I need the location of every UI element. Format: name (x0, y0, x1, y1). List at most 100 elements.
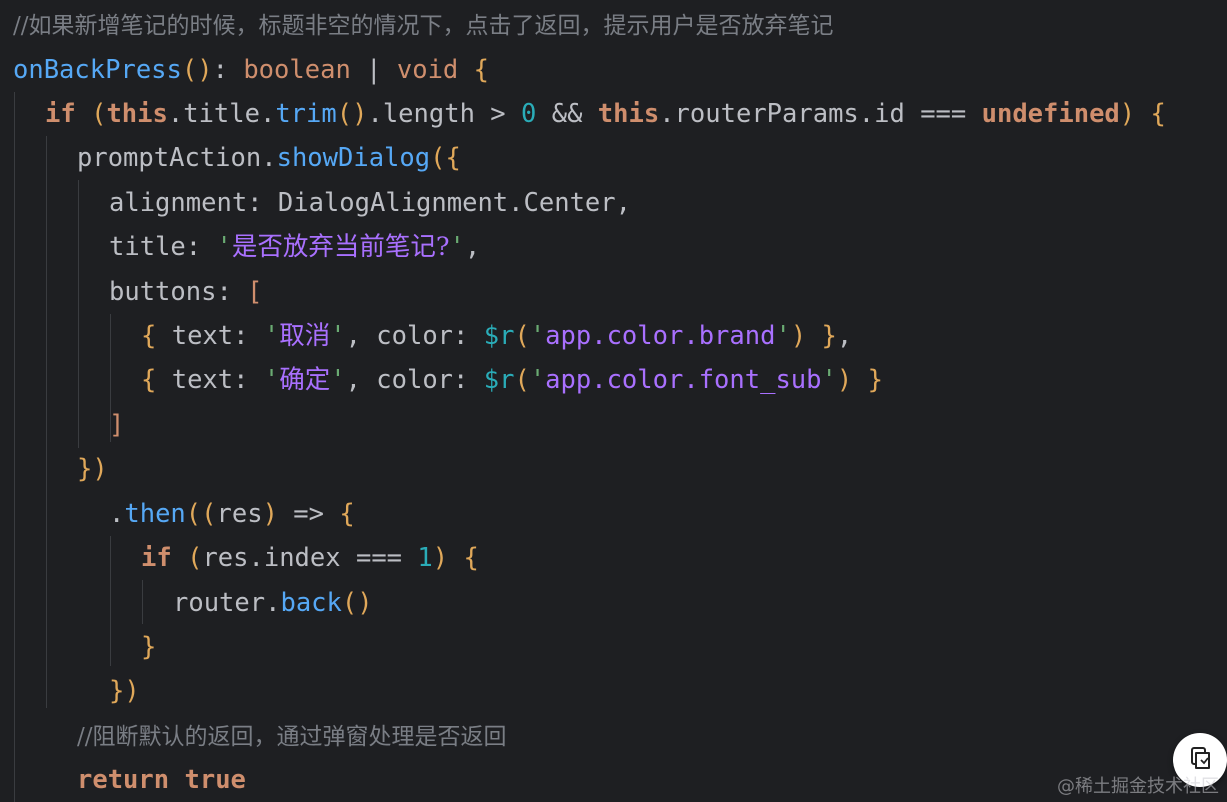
property-key: text: (156, 365, 264, 395)
indent-guide (142, 580, 143, 624)
code-line-12[interactable]: .then((res) => { (109, 492, 355, 536)
expression: res.index === (202, 543, 418, 573)
property-key: buttons: (109, 277, 248, 307)
brace: { (141, 321, 157, 351)
code-editor[interactable]: //如果新增笔记的时候，标题非空的情况下，点击了返回，提示用户是否放弃笔记 on… (0, 0, 1227, 802)
resource-function: $r (483, 365, 515, 395)
number-literal: 1 (417, 543, 433, 573)
property-key: , color: (345, 321, 484, 351)
code-line-17[interactable]: //阻断默认的返回，通过弹窗处理是否返回 (77, 714, 507, 758)
indent-guide (46, 136, 47, 708)
code-line-18[interactable]: return true (77, 758, 246, 802)
code-line-11[interactable]: }) (77, 447, 108, 491)
string-quote: ' (330, 321, 346, 351)
type-keyword: void (396, 55, 459, 85)
string-quote: ' (821, 365, 837, 395)
code-line-5[interactable]: alignment: DialogAlignment.Center, (109, 181, 631, 225)
code-line-6[interactable]: title: '是否放弃当前笔记?', (109, 225, 480, 269)
code-line-13[interactable]: if (res.index === 1) { (141, 536, 479, 580)
this-keyword: this (597, 99, 660, 129)
method-name: trim (275, 99, 337, 129)
property: alignment: DialogAlignment.Center, (109, 188, 631, 218)
object-name: router. (173, 588, 281, 618)
brace: } (109, 676, 125, 706)
brace: } (806, 321, 837, 351)
paren: ) (262, 499, 278, 529)
paren: (( (185, 499, 217, 529)
property-key: , color: (345, 365, 484, 395)
string-value: 确定 (279, 365, 331, 395)
type-keyword: boolean (243, 55, 351, 85)
brace: { (458, 55, 489, 85)
paren: ( (514, 321, 530, 351)
code-line-4[interactable]: promptAction.showDialog({ (77, 136, 461, 180)
bracket: ] (109, 410, 125, 440)
string-value: 取消 (279, 321, 331, 351)
string-quote: ' (263, 321, 280, 351)
string-quote: ' (529, 365, 546, 395)
arrow: => (277, 499, 340, 529)
bracket: [ (247, 277, 263, 307)
comment: //阻断默认的返回，通过弹窗处理是否返回 (77, 724, 507, 750)
code-line-7[interactable]: buttons: [ (109, 270, 263, 314)
indent-guide (14, 92, 15, 802)
paren: ) (836, 365, 853, 395)
copy-icon (1187, 745, 1213, 776)
paren: () (181, 55, 213, 85)
operator: && (536, 99, 598, 129)
code-line-10[interactable]: ] (109, 403, 124, 447)
property: .routerParams.id === (659, 99, 982, 129)
paren: ( (514, 365, 530, 395)
if-keyword: if (141, 543, 172, 573)
method-name: showDialog (276, 143, 431, 173)
code-line-2[interactable]: onBackPress(): boolean | void { (13, 48, 489, 92)
code-line-1[interactable]: //如果新增笔记的时候，标题非空的情况下，点击了返回，提示用户是否放弃笔记 (13, 3, 834, 47)
string-quote: ' (449, 232, 465, 262)
string-quote: ' (263, 365, 280, 395)
code-line-16[interactable]: }) (109, 669, 140, 713)
string-value: 是否放弃当前笔记? (231, 232, 450, 262)
method-name: back (280, 588, 342, 618)
method-name: then (124, 499, 186, 529)
paren: ) (790, 321, 807, 351)
this-keyword: this (106, 99, 168, 129)
code-line-8[interactable]: { text: '取消', color: $r('app.color.brand… (141, 314, 852, 358)
colon: : (212, 55, 244, 85)
paren: ) (92, 454, 108, 484)
paren: () (341, 588, 373, 618)
code-line-3[interactable]: if (this.title.trim().length > 0 && this… (45, 92, 1166, 136)
union-pipe: | (350, 55, 397, 85)
object-name: promptAction. (77, 143, 277, 173)
undefined-keyword: undefined (981, 99, 1120, 129)
number-literal: 0 (521, 99, 537, 129)
paren: ( (430, 143, 446, 173)
string-value: app.color.brand (545, 321, 776, 351)
property: .title. (167, 99, 276, 129)
code-line-14[interactable]: router.back() (173, 581, 373, 625)
string-quote: ' (216, 232, 232, 262)
brace: } (141, 632, 157, 662)
paren: ) (124, 676, 140, 706)
comment: //如果新增笔记的时候，标题非空的情况下，点击了返回，提示用户是否放弃笔记 (13, 13, 834, 39)
indent-guide (78, 180, 79, 448)
brace: { (445, 143, 461, 173)
function-name: onBackPress (13, 55, 182, 85)
property: .length > (367, 99, 521, 129)
code-line-15[interactable]: } (141, 625, 156, 669)
brace: } (77, 454, 93, 484)
paren: ( (187, 543, 203, 573)
boolean-literal: true (184, 765, 246, 795)
property-key: text: (156, 321, 264, 351)
brace: { (448, 543, 479, 573)
brace: { (1135, 99, 1166, 129)
paren: ( (91, 99, 107, 129)
brace: { (141, 365, 157, 395)
paren: ) (432, 543, 449, 573)
string-quote: ' (330, 365, 346, 395)
comma: , (464, 232, 481, 262)
code-line-9[interactable]: { text: '确定', color: $r('app.color.font_… (141, 358, 883, 402)
parameter: res (216, 499, 263, 529)
